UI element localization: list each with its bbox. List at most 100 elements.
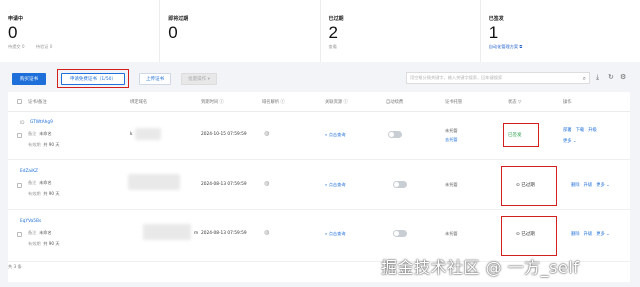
highlight-box (501, 216, 557, 256)
delete-action[interactable]: 删除 (571, 183, 580, 188)
select-all-checkbox[interactable] (17, 99, 22, 104)
deploy-action[interactable]: 部署 (563, 128, 572, 133)
validity-label: 有效期 (28, 241, 41, 246)
col-hosting: 证书托管 (445, 100, 463, 105)
batch-ops-dropdown[interactable]: 批量操作 ▾ (181, 73, 217, 85)
validity-value: 共 90 天 (43, 191, 60, 196)
id-label: ID (20, 120, 25, 125)
query-resources-link[interactable]: ⌕ 点击查询 (325, 132, 345, 138)
stat-view-link[interactable]: 查看 (329, 44, 337, 49)
stats-bar: 申请中 0 待提交 0 待验证 0 即将过期 0 已过期 2 查看 已签发 1 … (0, 0, 640, 62)
actions: 部署 下载 升级 (563, 127, 601, 133)
go-hosting-link[interactable]: 去托管 (445, 137, 458, 143)
globe-icon[interactable]: ◍ (264, 130, 269, 137)
remark-value: 未命名 (39, 230, 52, 235)
row-checkbox[interactable] (17, 183, 22, 188)
col-status[interactable]: 状态 ▽ (508, 99, 521, 105)
table-row: EdZaiKZ 备注 未命名 有效期 共 90 天 2024-08-13 07:… (8, 160, 630, 210)
actions: 删除 升级 更多 ⌄ (571, 231, 614, 237)
globe-icon[interactable]: ◍ (264, 180, 269, 187)
stat-sub-pending-submit[interactable]: 待提交 0 (8, 44, 25, 49)
query-resources-link[interactable]: ⌕ 点击查询 (325, 231, 345, 237)
stat-sub: 查看 (329, 44, 472, 50)
row-checkbox[interactable] (17, 133, 22, 138)
total-count: 共 3 条 (8, 264, 22, 269)
col-resources: 关联资源 ⓘ (325, 100, 348, 105)
domain-text: m (194, 231, 199, 236)
table-header: 证书/备注 绑定域名 到期时间 ⓘ 域名解析 ⓘ 关联资源 ⓘ 自动续费 证书托… (8, 92, 630, 112)
remark-value: 未命名 (39, 131, 52, 136)
query-label: 点击查询 (328, 231, 346, 236)
upgrade-action[interactable]: 升级 (584, 183, 593, 188)
table-row: ID GTWtAhg9 备注 未命名 有效期 共 90 天 k 2024-10-… (8, 112, 630, 160)
remark-label: 备注 (28, 131, 37, 136)
highlight-box (501, 166, 557, 206)
autorenew-toggle[interactable] (393, 181, 407, 188)
remark: 备注 未命名 (28, 230, 52, 236)
hosting-status: 未托管 (445, 182, 458, 187)
cert-id-link[interactable]: EdZaiKZ (20, 169, 38, 174)
col-expires: 到期时间 ⓘ (201, 100, 224, 105)
query-label: 点击查询 (328, 182, 346, 187)
globe-icon[interactable]: ◍ (264, 229, 269, 236)
upgrade-action[interactable]: 升级 (584, 232, 593, 237)
col-autorenew: 自动续费 (386, 100, 404, 105)
actions: 删除 升级 更多 ⌄ (571, 182, 614, 188)
download-icon[interactable]: ⤓ (596, 73, 599, 82)
stat-sub: 待提交 0 待验证 0 (8, 44, 151, 50)
remark-value: 未命名 (39, 180, 52, 185)
col-dns: 域名解析 ⓘ (262, 100, 285, 105)
query-resources-link[interactable]: ⌕ 点击查询 (325, 182, 345, 188)
expires-time: 2024-10-15 07:59:59 (201, 132, 247, 137)
stat-value: 2 (328, 23, 338, 42)
autorenew-toggle[interactable] (393, 230, 407, 237)
domain-text: k (130, 132, 133, 137)
hosting-status: 未托管 (445, 231, 458, 236)
watermark: 掘金技术社区 @ 一方_self (381, 258, 580, 277)
automation-link[interactable]: 自动化管理方案 ⧉ (489, 44, 632, 50)
stat-value: 1 (488, 23, 499, 42)
delete-action[interactable]: 删除 (571, 232, 580, 237)
upload-cert-button[interactable]: 上传证书 (139, 73, 171, 85)
validity-label: 有效期 (28, 142, 41, 147)
cert-id-link[interactable]: GTWtAhg9 (30, 120, 53, 125)
stat-applying: 申请中 0 待提交 0 待验证 0 (0, 0, 161, 62)
validity-label: 有效期 (28, 191, 41, 196)
search-icon[interactable]: ⌕ (583, 75, 586, 83)
search-input[interactable]: 用空格分隔关键字，输入关键字搜索，回车键搜索 ⌕ (406, 72, 590, 84)
validity-value: 共 90 天 (43, 241, 60, 246)
stat-label: 已过期 (328, 16, 344, 22)
hosting-status: 未托管 (445, 128, 458, 133)
download-action[interactable]: 下载 (576, 128, 585, 133)
validity-value: 共 90 天 (43, 142, 60, 147)
redacted-domain (128, 174, 180, 190)
more-dropdown[interactable]: 更多 ⌄ (596, 183, 610, 188)
validity: 有效期 共 90 天 (28, 191, 60, 197)
search-placeholder: 用空格分隔关键字，输入关键字搜索，回车键搜索 (410, 75, 503, 80)
refresh-icon[interactable]: ↻ (608, 73, 614, 81)
stat-expiring: 即将过期 0 (160, 0, 321, 62)
stat-issued: 已签发 1 自动化管理方案 ⧉ (481, 0, 640, 62)
stat-sub-pending-verify[interactable]: 待验证 0 (36, 44, 53, 49)
query-label: 点击查询 (328, 132, 346, 137)
highlight-box (57, 69, 129, 88)
stat-label: 即将过期 (168, 16, 189, 22)
remark-label: 备注 (28, 180, 37, 185)
expires-time: 2024-08-13 07:59:59 (201, 231, 247, 236)
validity: 有效期 共 90 天 (28, 142, 60, 148)
remark: 备注 未命名 (28, 131, 52, 137)
redacted-domain (135, 128, 161, 140)
gear-icon[interactable]: ⚙ (620, 73, 626, 81)
autorenew-toggle[interactable] (388, 131, 402, 138)
cert-id-link[interactable]: EqYVa5Bs (20, 219, 41, 224)
stat-value: 0 (168, 23, 178, 42)
redacted-domain (143, 224, 191, 240)
more-dropdown[interactable]: 更多 ⌄ (563, 138, 577, 144)
buy-cert-button[interactable]: 购买证书 (12, 73, 46, 85)
row-checkbox[interactable] (17, 232, 22, 237)
stat-label: 已签发 (488, 16, 504, 22)
expires-time: 2024-08-13 07:59:59 (201, 182, 247, 187)
col-domain: 绑定域名 (130, 100, 148, 105)
upgrade-action[interactable]: 升级 (588, 128, 597, 133)
more-dropdown[interactable]: 更多 ⌄ (596, 232, 610, 237)
